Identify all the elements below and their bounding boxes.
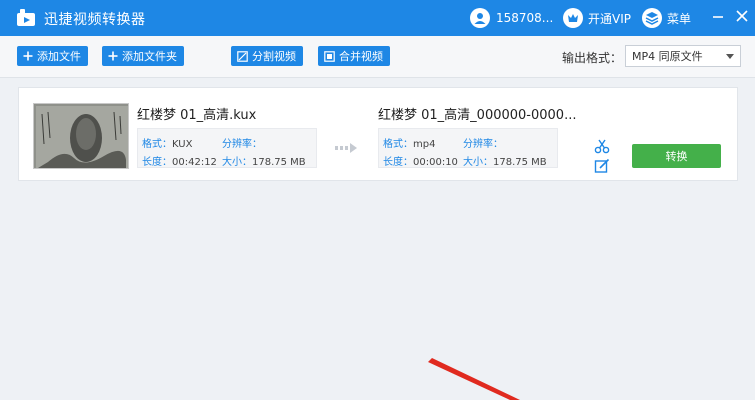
add-folder-label: 添加文件夹 (122, 50, 177, 63)
convert-button[interactable]: 转换 (632, 144, 721, 168)
menu-button[interactable]: 菜单 (642, 8, 691, 28)
output-format-value: MP4 同原文件 (632, 50, 703, 63)
source-info-box: 格式：KUX 分辨率： 长度：00:42:12 大小：178.75 MB (137, 128, 317, 168)
source-file-name: 红楼梦 01_高清.kux (137, 108, 257, 123)
target-size: 大小：178.75 MB (463, 157, 547, 168)
source-format: 格式：KUX (142, 139, 193, 150)
user-icon (470, 8, 490, 28)
merge-video-button[interactable]: 合并视频 (318, 46, 390, 66)
title-bar: 迅捷视频转换器 158708... 开通VIP 菜单 (0, 0, 755, 36)
app-logo-icon (17, 9, 35, 26)
plus-icon (23, 51, 33, 61)
user-name: 158708... (496, 11, 554, 25)
merge-video-label: 合并视频 (339, 50, 383, 63)
close-icon[interactable] (734, 8, 750, 24)
video-thumbnail[interactable] (33, 103, 129, 169)
source-duration: 长度：00:42:12 (142, 157, 217, 168)
add-file-label: 添加文件 (37, 50, 81, 63)
target-resolution: 分辨率： (463, 139, 503, 150)
vip-icon (563, 8, 583, 28)
plus-icon (108, 51, 118, 61)
file-list: 红楼梦 01_高清.kux 格式：KUX 分辨率： 长度：00:42:12 大小… (0, 79, 755, 400)
conversion-arrow-icon (335, 142, 359, 154)
toolbar: 添加文件 添加文件夹 分割视频 合并视频 输出格式： MP4 同原文件 (0, 36, 755, 78)
target-info-box: 格式：mp4 分辨率： 长度：00:00:10 大小：178.75 MB (378, 128, 558, 168)
vip-label: 开通VIP (588, 11, 631, 26)
target-format: 格式：mp4 (383, 139, 436, 150)
split-icon (237, 50, 248, 62)
menu-label: 菜单 (667, 11, 692, 26)
merge-icon (324, 50, 335, 62)
minimize-icon[interactable] (710, 8, 726, 24)
target-file-name: 红楼梦 01_高清_000000-0000... (378, 108, 577, 123)
vip-button[interactable]: 开通VIP (563, 8, 631, 28)
list-item: 红楼梦 01_高清.kux 格式：KUX 分辨率： 长度：00:42:12 大小… (18, 87, 738, 181)
app-title: 迅捷视频转换器 (44, 12, 146, 28)
edit-icon[interactable] (594, 158, 610, 174)
menu-icon (642, 8, 662, 28)
add-folder-button[interactable]: 添加文件夹 (102, 46, 184, 66)
add-file-button[interactable]: 添加文件 (17, 46, 88, 66)
source-resolution: 分辨率： (222, 139, 262, 150)
scissors-icon[interactable] (594, 138, 610, 154)
target-duration: 长度：00:00:10 (383, 157, 458, 168)
output-format-label: 输出格式： (562, 51, 623, 65)
user-account[interactable]: 158708... (470, 8, 553, 28)
output-format-select[interactable]: MP4 同原文件 (625, 45, 741, 67)
split-video-label: 分割视频 (252, 50, 296, 63)
source-size: 大小：178.75 MB (222, 157, 306, 168)
chevron-down-icon (726, 54, 734, 59)
split-video-button[interactable]: 分割视频 (231, 46, 303, 66)
